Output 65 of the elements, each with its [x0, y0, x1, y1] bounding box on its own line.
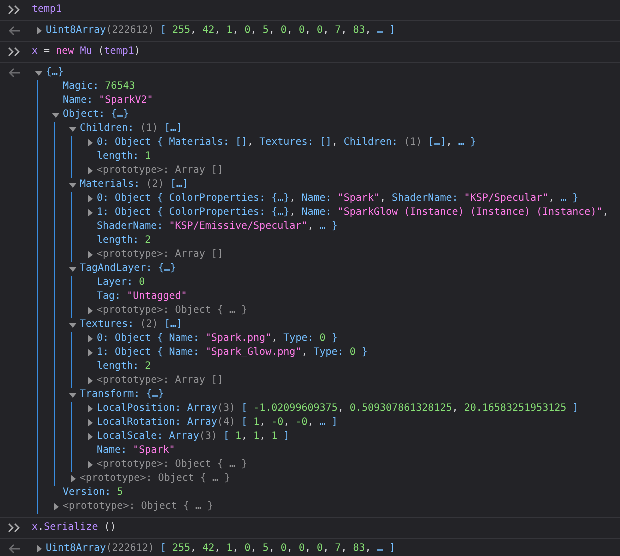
tree-row-text: length: 1	[97, 150, 152, 164]
expand-toggle-icon[interactable]	[37, 545, 42, 553]
tree-row-text: 0: Object { ColorProperties: {…}, Name: "Spark", ShaderName: "KSP/Specular", … }	[97, 192, 580, 206]
expand-toggle-icon[interactable]	[88, 461, 93, 469]
expand-toggle-icon[interactable]	[69, 127, 77, 132]
expand-toggle-icon[interactable]	[88, 405, 93, 413]
tree-row-text: 0: Object { Materials: [], Textures: [], Children: (1) […], … }	[97, 136, 478, 150]
prompt-chevron-icon	[8, 523, 21, 533]
expand-toggle-icon[interactable]	[37, 27, 42, 35]
tree-row-text: Transform: {…}	[80, 388, 166, 402]
result-arrow-icon	[8, 26, 21, 36]
tree-row-text: Magic: 76543	[63, 80, 136, 94]
expand-toggle-icon[interactable]	[88, 139, 93, 147]
expand-toggle-icon[interactable]	[88, 433, 93, 441]
tree-row-text: 0: Object { Name: "Spark.png", Type: 0 }	[97, 332, 339, 346]
expand-toggle-icon[interactable]	[69, 267, 77, 272]
tree-row-text: <prototype>: Object { … }	[63, 500, 215, 514]
tree-row-text: LocalPosition: Array(3) [ -1.02099609375, 0.509307861328125, 20.16583251953125 ]	[97, 402, 580, 416]
tree-row-text: <prototype>: Object { … }	[97, 304, 249, 318]
tree-row-text: Version: 5	[63, 486, 124, 500]
expand-toggle-icon[interactable]	[35, 71, 43, 76]
tree-row-text: length: 2	[97, 234, 152, 248]
prompt-chevron-icon	[8, 5, 21, 15]
expand-toggle-icon[interactable]	[71, 475, 76, 483]
expand-toggle-icon[interactable]	[88, 419, 93, 427]
tree-row-text: <prototype>: Object { … }	[80, 472, 232, 486]
expand-toggle-icon[interactable]	[88, 377, 93, 385]
expand-toggle-icon[interactable]	[69, 393, 77, 398]
tree-row-text: Object: {…}	[63, 108, 130, 122]
expand-toggle-icon[interactable]	[88, 251, 93, 259]
tree-row-text: Name: "Spark"	[97, 444, 176, 458]
tree-row-text: Textures: (2) […]	[80, 318, 184, 332]
expand-toggle-icon[interactable]	[52, 113, 60, 118]
tree-row-text: TagAndLayer: {…}	[80, 262, 178, 276]
tree-row-text: Materials: (2) […]	[80, 178, 190, 192]
prompt-chevron-icon	[8, 47, 21, 57]
result-arrow-icon	[8, 544, 21, 554]
tree-row-text: LocalRotation: Array(4) [ 1, -0, -0, … ]	[97, 416, 339, 430]
expand-toggle-icon[interactable]	[88, 349, 93, 357]
tree-row-text: Uint8Array(222612) [ 255, 42, 1, 0, 5, 0, 0, 0, 7, 83, … ]	[46, 24, 396, 38]
expand-toggle-icon[interactable]	[69, 323, 77, 328]
tree-row-text: LocalScale: Array(3) [ 1, 1, 1 ]	[97, 430, 291, 444]
tree-row-text: 1: Object { Name: "Spark_Glow.png", Type: 0 }	[97, 346, 369, 360]
command-text: temp1	[32, 4, 62, 15]
tree-row-text: Children: (1) […]	[80, 122, 184, 136]
tree-row-text: <prototype>: Array []	[97, 248, 224, 262]
tree-row-text: length: 2	[97, 360, 152, 374]
expand-toggle-icon[interactable]	[88, 195, 93, 203]
tree-row-text: <prototype>: Array []	[97, 374, 224, 388]
result-arrow-icon	[8, 68, 21, 78]
expand-toggle-icon[interactable]	[88, 335, 93, 343]
tree-row-text: <prototype>: Array []	[97, 164, 224, 178]
tree-row-text: Uint8Array(222612) [ 255, 42, 1, 0, 5, 0, 0, 0, 7, 83, … ]	[46, 542, 396, 556]
expand-toggle-icon[interactable]	[88, 209, 93, 217]
tree-row-text: <prototype>: Object { … }	[97, 458, 249, 472]
command-text: x.Serialize ()	[32, 522, 116, 533]
command-text: x = new Mu (temp1)	[32, 46, 140, 57]
tree-row-text: {…}	[46, 66, 66, 80]
tree-row-text: Tag: "Untagged"	[97, 290, 188, 304]
expand-toggle-icon[interactable]	[88, 167, 93, 175]
tree-row-text: Layer: 0	[97, 276, 146, 290]
tree-row-text: Name: "SparkV2"	[63, 94, 154, 108]
expand-toggle-icon[interactable]	[54, 503, 59, 511]
expand-toggle-icon[interactable]	[69, 183, 77, 188]
expand-toggle-icon[interactable]	[88, 307, 93, 315]
